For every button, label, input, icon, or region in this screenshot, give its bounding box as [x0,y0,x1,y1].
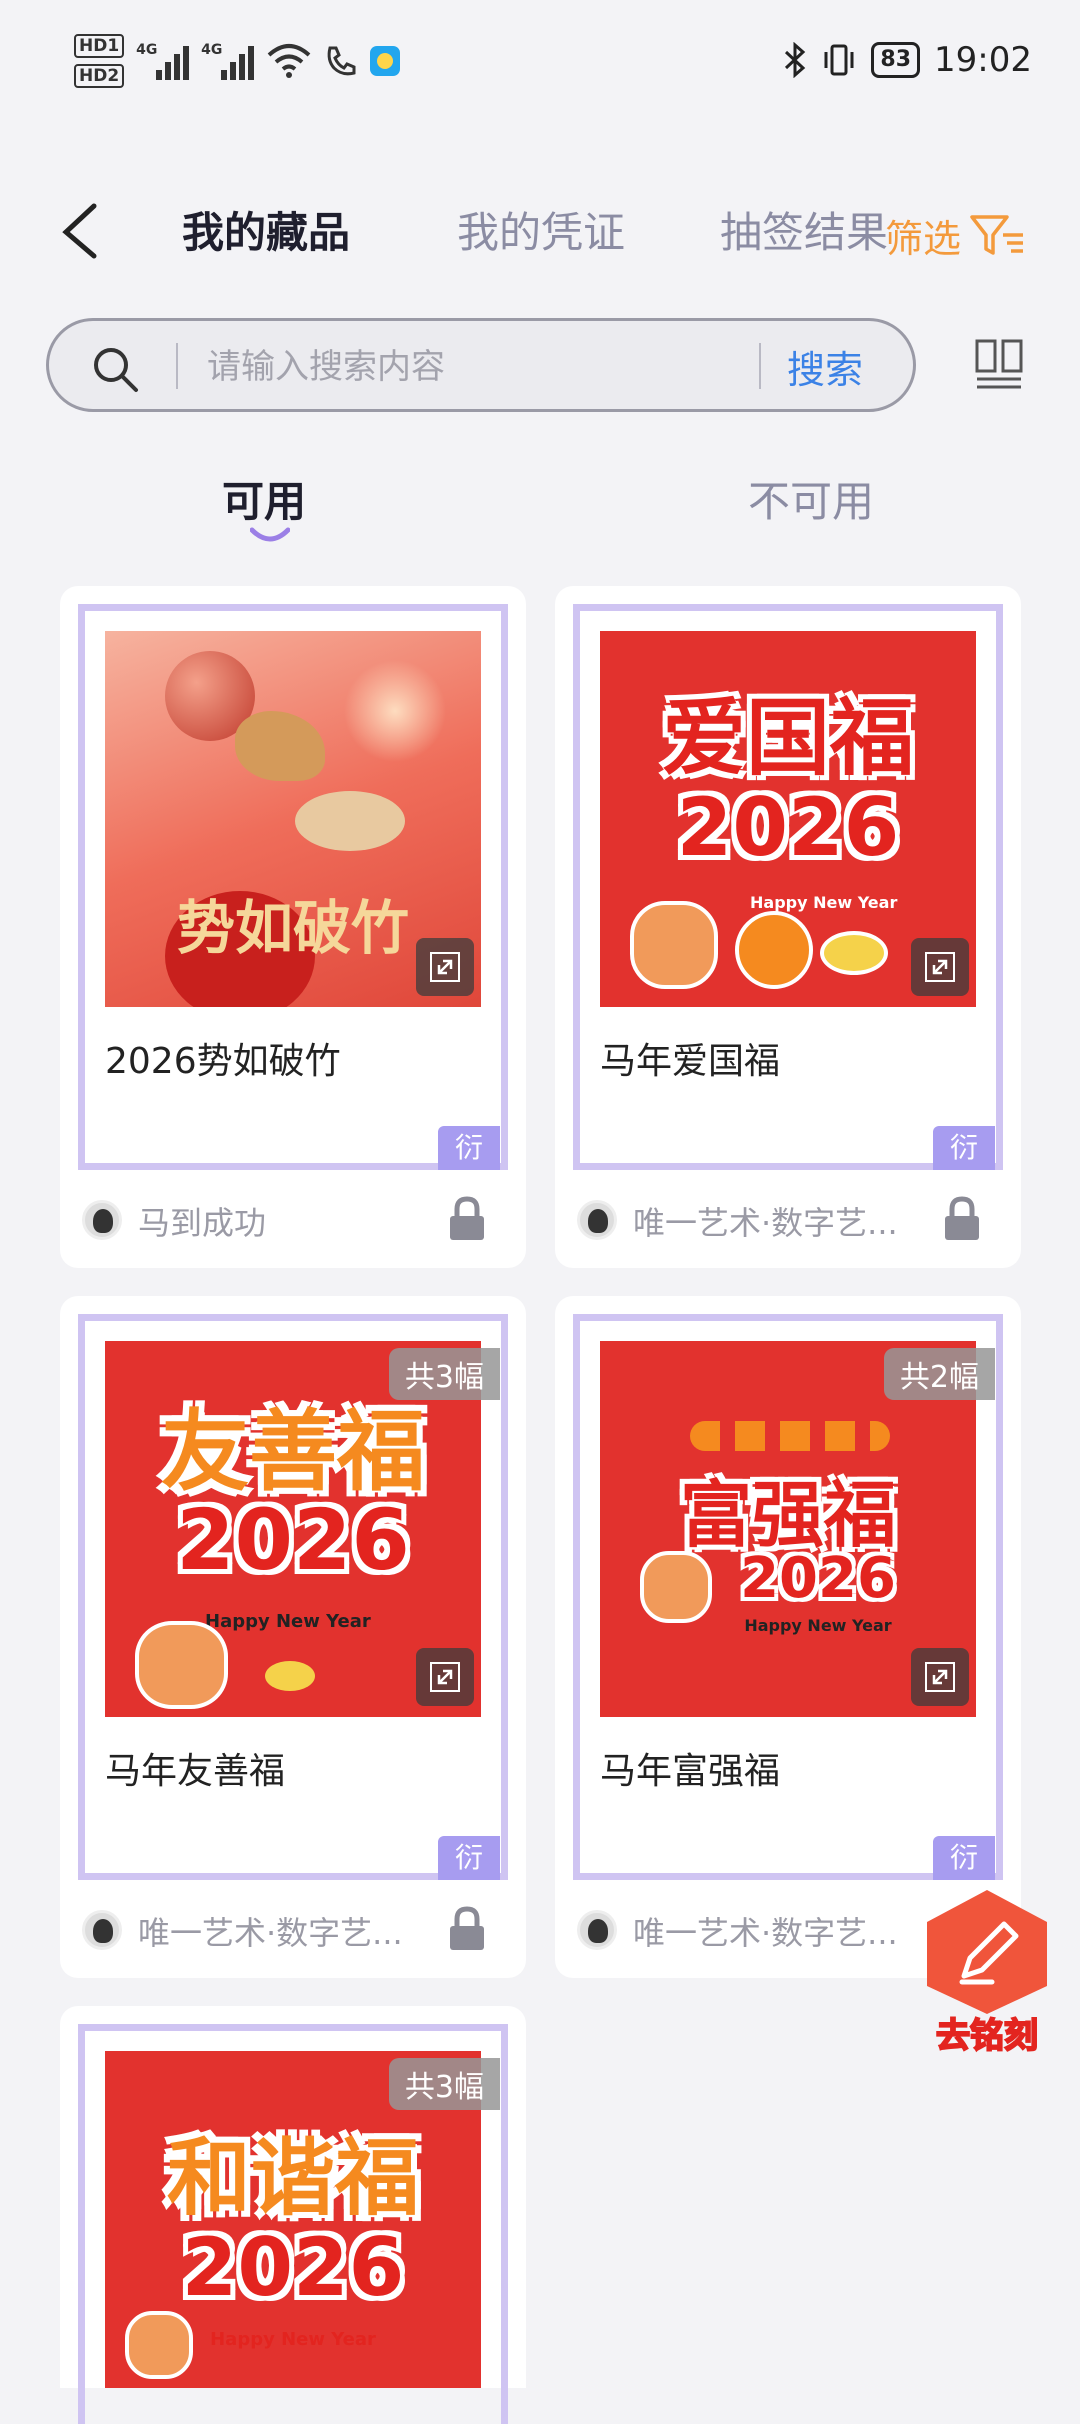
clock: 19:02 [934,40,1032,80]
net1-label: 4G [136,42,158,58]
active-tab-indicator [250,527,290,542]
engrave-label: 去铭刻 [935,2015,1039,2057]
net2-label: 4G [201,42,223,58]
collection-card[interactable]: 富强福 2026 Happy New Year 共2幅 马年富强福 衍 唯一艺术… [555,1296,1021,1978]
owner-name: 唯一艺术·数字艺... [633,1204,898,1242]
hd2-label: HD2 [74,64,125,88]
battery-icon: 83 [871,42,921,78]
search-button[interactable]: 搜索 [787,339,863,394]
lock-icon [450,1906,484,1950]
artwork-subtitle: Happy New Year [750,893,898,912]
ingot-graphic [265,1661,315,1691]
app-notification-icon [370,46,401,76]
derivative-tag: 衍 [933,1836,995,1880]
horse-graphic [630,901,718,989]
artwork-subtitle: Happy New Year [744,1616,892,1635]
derivative-tag: 衍 [438,1836,500,1880]
artwork-subtitle: Happy New Year [205,1611,371,1632]
artwork-year: 2026 [676,781,900,874]
owner-row: 唯一艺术·数字艺... [577,1196,997,1246]
hd1-label: HD1 [74,34,125,58]
tab-my-collection[interactable]: 我的藏品 [182,206,350,260]
search-divider [176,343,178,389]
expand-icon [430,1662,460,1692]
expand-button[interactable] [911,938,969,996]
search-input[interactable] [205,335,769,399]
collection-card[interactable]: 势如破竹 2026势如破竹 衍 马到成功 [60,586,526,1268]
avatar [577,1910,617,1950]
lock-icon [945,1196,979,1240]
expand-icon [925,1662,955,1692]
artwork-year: 2026 [181,2221,405,2314]
vibrate-icon [824,44,854,76]
expand-icon [430,952,460,982]
owner-name: 马到成功 [138,1204,267,1242]
tab-unavailable[interactable]: 不可用 [748,468,874,529]
search-divider-2 [759,343,761,389]
signal-icon-1: 4G [136,42,190,80]
filter-button[interactable]: 筛选 [885,208,1025,263]
tab-available[interactable]: 可用 [222,468,306,529]
status-right: 83 19:02 [783,40,1032,80]
hd-indicators: HD1 HD2 [74,34,125,88]
expand-button[interactable] [911,1648,969,1706]
card-title: 马年友善福 [105,1751,286,1792]
phone-call-icon [327,46,356,76]
bluetooth-icon [785,42,806,78]
owner-row: 马到成功 [82,1196,502,1246]
ingot-graphic [295,791,405,851]
collection-card[interactable]: 和谐福 2026 Happy New Year 共3幅 [60,2006,526,2424]
owner-name: 唯一艺术·数字艺... [633,1914,898,1952]
card-title: 2026势如破竹 [105,1041,341,1082]
avatar [82,1200,122,1240]
status-bar: HD1 HD2 4G 4G 83 19:02 [0,0,1080,130]
collection-card[interactable]: 友善福 2026 Happy New Year 共3幅 马年友善福 衍 唯一艺术… [60,1296,526,1978]
ingot-graphic [820,931,888,975]
artwork-text: 和谐福 [166,2129,419,2227]
horse-graphic [135,1621,228,1709]
wifi-icon [267,44,311,78]
horse-graphic [235,711,325,781]
status-left: HD1 HD2 4G 4G [74,34,401,88]
tab-my-vouchers[interactable]: 我的凭证 [457,206,625,260]
avatar [82,1910,122,1950]
signal-icon-2: 4G [201,42,255,80]
expand-button[interactable] [416,938,474,996]
layout-toggle-icon[interactable] [974,338,1024,390]
search-bar: 搜索 [46,318,916,412]
avatar [577,1200,617,1240]
lock-icon [450,1196,484,1240]
filter-icon [970,214,1023,255]
derivative-tag: 衍 [438,1126,500,1170]
fireworks-graphic [335,651,455,771]
engrave-icon [927,1890,1047,2014]
card-title: 马年爱国福 [600,1041,781,1082]
search-icon [94,348,138,392]
artwork-text: 友善福 [160,1400,425,1503]
count-badge: 共3幅 [388,1348,500,1400]
count-badge: 共2幅 [883,1348,995,1400]
derivative-tag: 衍 [933,1126,995,1170]
oranges-graphic [690,1421,890,1451]
expand-icon [925,952,955,982]
horse-graphic [640,1551,712,1623]
tab-lottery-results[interactable]: 抽签结果 [720,206,888,260]
filter-label: 筛选 [884,217,961,261]
orange-graphic [735,911,813,989]
artwork-year: 2026 [176,1491,410,1589]
horse-graphic [125,2311,193,2379]
artwork-text: 爱国福 [661,689,914,787]
count-badge: 共3幅 [388,2058,500,2110]
owner-name: 唯一艺术·数字艺... [138,1914,403,1952]
collection-card[interactable]: 爱国福 2026 Happy New Year 马年爱国福 衍 唯一艺术·数字艺… [555,586,1021,1268]
expand-button[interactable] [416,1648,474,1706]
header: 我的藏品 我的凭证 抽签结果 筛选 [0,190,1080,280]
engrave-fab[interactable]: 去铭刻 [912,1886,1062,2057]
owner-row: 唯一艺术·数字艺... [82,1906,502,1956]
back-arrow-icon[interactable] [56,200,116,260]
card-title: 马年富强福 [600,1751,781,1792]
